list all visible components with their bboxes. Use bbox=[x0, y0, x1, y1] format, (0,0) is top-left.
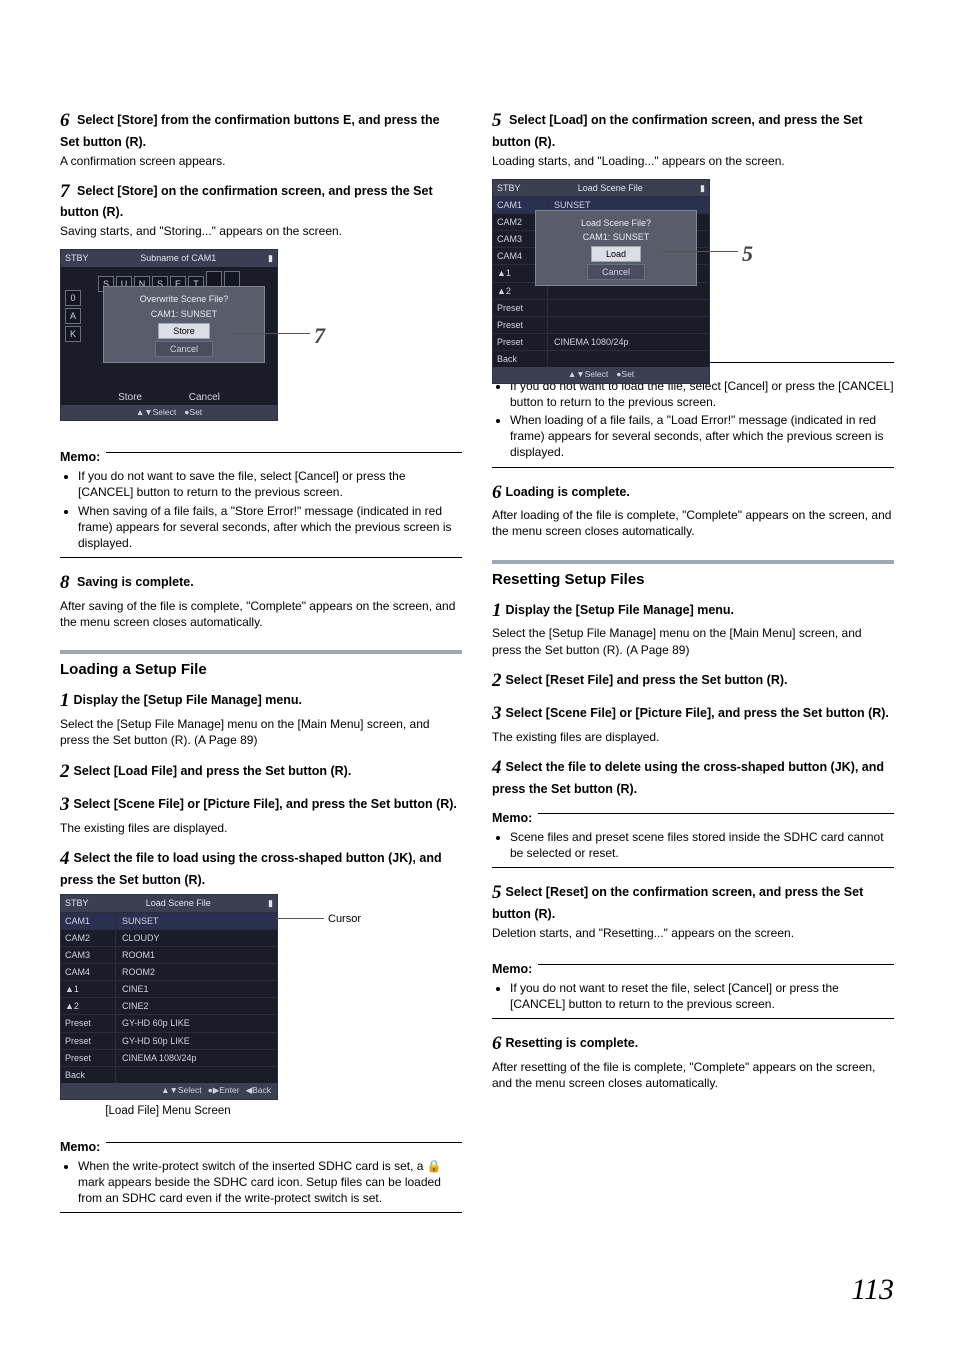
section-resetting: Resetting Setup Files bbox=[492, 570, 894, 590]
step-8-body: After saving of the file is complete, "C… bbox=[60, 598, 462, 630]
step-6-body: A confirmation screen appears. bbox=[60, 153, 462, 169]
memo-list: If you do not want to save the file, sel… bbox=[60, 468, 462, 551]
step-7-body: Saving starts, and "Storing..." appears … bbox=[60, 223, 462, 239]
cancel-button: Cancel bbox=[155, 341, 213, 357]
step-number: 6 bbox=[60, 110, 70, 131]
step-5-title: 5 Select [Load] on the confirmation scre… bbox=[492, 108, 894, 151]
callout-5: 5 bbox=[742, 239, 753, 269]
cursor-label: Cursor bbox=[328, 912, 361, 927]
step-6-title: 6 Select [Store] from the confirmation b… bbox=[60, 108, 462, 151]
screenshot-subname: STBYSubname of CAM1▮ SUNSET 0 A K Overwr… bbox=[60, 249, 278, 421]
page-number: 113 bbox=[851, 1270, 894, 1311]
step-8-title: 8 Saving is complete. bbox=[60, 570, 462, 596]
section-loading: Loading a Setup File bbox=[60, 660, 462, 680]
load-button: Load bbox=[591, 246, 641, 262]
step-7-title: 7 Select [Store] on the confirmation scr… bbox=[60, 179, 462, 222]
cancel-button: Cancel bbox=[587, 264, 645, 280]
screenshot-caption: [Load File] Menu Screen bbox=[60, 1104, 276, 1120]
step-number: 7 bbox=[60, 181, 70, 202]
screenshot-loadfile: STBYLoad Scene File▮ CAM1SUNSET CAM2CLOU… bbox=[60, 894, 278, 1099]
store-button: Store bbox=[158, 323, 210, 339]
screenshot-loadconfirm: STBYLoad Scene File▮ CAM1SUNSET CAM2CLOU… bbox=[492, 179, 710, 384]
callout-7: 7 bbox=[314, 321, 325, 351]
memo-heading: Memo: bbox=[60, 449, 100, 466]
